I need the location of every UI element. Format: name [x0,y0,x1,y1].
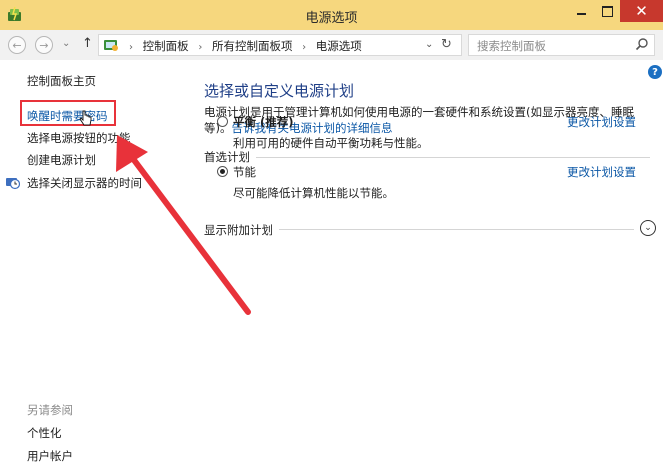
recent-locations-icon[interactable]: ⌄ [62,38,70,49]
change-plan-settings-link[interactable]: 更改计划设置 [567,164,636,180]
show-additional-plans-label[interactable]: 显示附加计划 [204,222,279,238]
breadcrumb-separator[interactable]: › [198,42,202,53]
close-icon: ✕ [635,2,648,20]
up-arrow-icon[interactable]: ↑ [82,36,93,51]
breadcrumb-separator[interactable]: › [302,42,306,53]
plan-name[interactable]: 平衡 (推荐) [233,114,294,130]
window-title: 电源选项 [305,11,358,26]
expand-chevron-icon[interactable]: ⌄ [640,220,656,236]
minimize-button[interactable] [568,0,594,22]
breadcrumb-item[interactable]: 所有控制面板项 [212,39,293,53]
back-button[interactable]: ← [8,36,26,54]
maximize-icon [601,5,613,17]
preferred-plans-label: 首选计划 [204,150,256,164]
forward-arrow-icon: → [39,38,49,52]
breadcrumb-item[interactable]: 控制面板 [143,39,189,53]
breadcrumb-separator: › [129,42,133,53]
main-content: ? 选择或自定义电源计划 电源计划是用于管理计算机如何使用电源的一套硬件和系统设… [0,60,663,476]
breadcrumb-item-current[interactable]: 电源选项 [316,39,362,53]
address-bar[interactable]: › 控制面板 › 所有控制面板项 › 电源选项 ⌄ ↻ [98,34,462,56]
page-title: 选择或自定义电源计划 [204,82,355,100]
refresh-icon[interactable]: ↻ [441,37,452,52]
plan-power-saver-radio[interactable] [217,166,228,177]
preferred-plans-group: 首选计划 [204,149,650,165]
plan-name[interactable]: 节能 [233,164,256,180]
back-arrow-icon: ← [12,38,22,52]
navigation-bar: ← → ⌄ ↑ › 控制面板 › 所有控制面板项 › 电源选项 ⌄ ↻ 搜索控制… [0,30,663,60]
breadcrumb: › 控制面板 › 所有控制面板项 › 电源选项 [123,38,362,54]
control-panel-icon [104,40,118,51]
plan-desc: 尽可能降低计算机性能以节能。 [233,186,394,200]
help-icon[interactable]: ? [648,65,662,79]
change-plan-settings-link[interactable]: 更改计划设置 [567,114,636,130]
minimize-icon [576,13,586,15]
search-box[interactable]: 搜索控制面板 [468,34,655,56]
group-divider [204,157,650,158]
plan-desc: 利用可用的硬件自动平衡功耗与性能。 [233,136,429,150]
search-icon[interactable] [635,37,649,51]
show-additional-plans[interactable]: 显示附加计划 ⌄ [204,220,656,238]
forward-button[interactable]: → [35,36,53,54]
address-dropdown-icon[interactable]: ⌄ [425,39,433,50]
maximize-button[interactable] [594,0,620,22]
plan-balanced-radio[interactable] [217,116,228,127]
search-input[interactable]: 搜索控制面板 [477,38,546,54]
close-button[interactable]: ✕ [620,0,663,22]
title-bar: 电源选项 ✕ [0,0,663,30]
